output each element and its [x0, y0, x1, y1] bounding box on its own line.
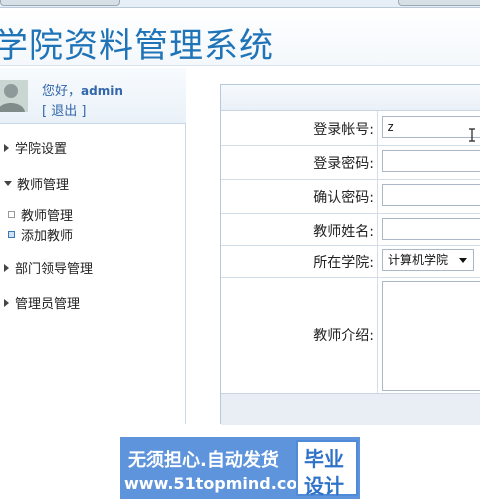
- form-header-bar: [221, 85, 480, 111]
- sidebar-item-add-teacher[interactable]: 添加教师: [8, 225, 73, 244]
- watermark-badge-text: 毕业: [304, 447, 344, 471]
- confirm-password-label: 确认密码:: [313, 190, 374, 206]
- sidebar-menu-label: 管理员管理: [15, 297, 81, 312]
- chevron-right-icon: [4, 298, 9, 307]
- row-divider: [221, 277, 480, 278]
- header-banner: 学院资料管理系统: [0, 8, 480, 66]
- row-divider: [221, 213, 480, 214]
- text-cursor-icon: [469, 128, 475, 142]
- sidebar-menu-dept-leader[interactable]: 部门领导管理: [4, 258, 93, 277]
- sidebar-item-label: 教师管理: [21, 209, 74, 224]
- intro-label: 教师介绍:: [313, 328, 374, 344]
- sidebar-menu-label: 部门领导管理: [15, 262, 94, 277]
- sidebar-item-teacher-management[interactable]: 教师管理: [8, 205, 73, 224]
- teacher-name-label: 教师姓名:: [313, 224, 374, 240]
- sidebar-menu-label: 学院设置: [15, 142, 68, 157]
- teacher-form: 登录帐号: z 登录密码: 确认密码: 教师姓名: 所在学院: 计算机学院 教师…: [220, 84, 480, 425]
- teacher-name-input[interactable]: [382, 218, 480, 240]
- app-title: 学院资料管理系统: [0, 26, 274, 66]
- username: admin: [81, 84, 123, 98]
- sidebar-menu-college-settings[interactable]: 学院设置: [4, 138, 67, 157]
- watermark-text: 无须担心.自动发货: [128, 450, 279, 471]
- row-divider: [221, 179, 480, 180]
- chevron-right-icon: [4, 263, 9, 272]
- account-label: 登录帐号:: [313, 122, 374, 138]
- college-select[interactable]: 计算机学院: [382, 249, 474, 271]
- intro-textarea[interactable]: [382, 281, 480, 391]
- password-label: 登录密码:: [313, 156, 374, 172]
- sidebar-menu-teacher-management[interactable]: 教师管理: [4, 174, 69, 193]
- column-divider: [377, 111, 378, 393]
- sidebar-menu-admin-management[interactable]: 管理员管理: [4, 293, 80, 312]
- chevron-right-icon: [4, 143, 9, 152]
- password-input[interactable]: [382, 150, 480, 172]
- college-select-value: 计算机学院: [388, 253, 449, 267]
- browser-tab-left[interactable]: [0, 0, 120, 6]
- sidebar-item-label: 添加教师: [21, 229, 74, 244]
- user-greeting: 您好，admin: [42, 80, 123, 99]
- logout-link[interactable]: [ 退出 ]: [42, 100, 86, 119]
- form-footer-bar: [221, 393, 480, 425]
- browser-tab-right[interactable]: [398, 0, 480, 6]
- dropdown-arrow-icon: [459, 257, 467, 263]
- watermark-badge-text: 设计: [304, 474, 344, 498]
- college-label: 所在学院:: [313, 255, 374, 271]
- square-bullet-icon: [8, 211, 15, 218]
- row-divider: [221, 245, 480, 246]
- greeting-text: 您好，: [42, 84, 82, 99]
- confirm-password-input[interactable]: [382, 184, 480, 206]
- chevron-down-icon: [4, 181, 12, 186]
- square-bullet-icon: [8, 231, 15, 238]
- row-divider: [221, 145, 480, 146]
- browser-top-strip: [0, 0, 480, 8]
- sidebar-menu-label: 教师管理: [17, 178, 70, 193]
- watermark-url: www.51topmind.com: [124, 474, 314, 493]
- avatar-icon: [0, 80, 28, 112]
- account-input[interactable]: z: [382, 116, 480, 138]
